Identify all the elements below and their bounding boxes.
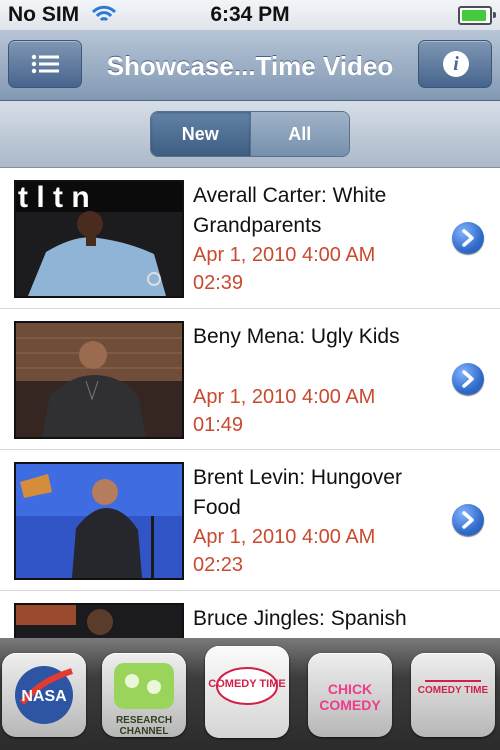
- info-button[interactable]: i: [418, 40, 492, 88]
- video-duration: 02:23: [193, 554, 244, 576]
- tab-nasa[interactable]: NASA: [2, 653, 86, 737]
- status-bar: No SIM 6:34 PM: [0, 0, 500, 30]
- video-thumbnail[interactable]: t l t n: [14, 180, 184, 298]
- tab-label: NASA: [21, 688, 67, 705]
- menu-icon: [31, 54, 59, 74]
- list-item-video-2[interactable]: Beny Mena: Ugly Kids Apr 1, 2010 4:00 AM…: [0, 309, 500, 450]
- svg-text:t l t n: t l t n: [18, 182, 90, 214]
- segment-toolbar: New All: [0, 101, 500, 168]
- battery-icon: [458, 6, 496, 25]
- page-title: Showcase...Time Video: [106, 51, 394, 81]
- tab-label: COMEDY TIME: [417, 685, 489, 696]
- list-item-video-1[interactable]: t l t n Averall Carter: White Grandparen…: [0, 168, 500, 309]
- video-list: t l t n Averall Carter: White Grandparen…: [0, 168, 500, 638]
- comedy-time-icon: [216, 667, 278, 705]
- tab-chick-comedy[interactable]: CHICK COMEDY: [308, 653, 392, 737]
- tab-label: CHICK COMEDY: [319, 681, 381, 713]
- tab-label: COMEDY TIME: [208, 678, 286, 690]
- video-thumbnail[interactable]: [14, 462, 184, 580]
- tab-research-channel[interactable]: RESEARCH CHANNEL: [102, 653, 186, 737]
- detail-disclosure-icon[interactable]: [452, 222, 484, 254]
- segmented-control: New All: [150, 111, 350, 157]
- tab-label: RESEARCH CHANNEL: [115, 715, 173, 737]
- tab-comedy-time-alt[interactable]: COMEDY TIME: [411, 653, 495, 737]
- detail-disclosure-icon[interactable]: [452, 504, 484, 536]
- segment-all[interactable]: All: [249, 112, 349, 156]
- tab-comedy-time[interactable]: COMEDY TIME: [205, 646, 289, 738]
- menu-button[interactable]: [8, 40, 82, 88]
- video-date: Apr 1, 2010 4:00 AM: [193, 526, 376, 548]
- list-item-video-3[interactable]: Brent Levin: Hungover Food Apr 1, 2010 4…: [0, 450, 500, 591]
- video-title: Beny Mena: Ugly Kids: [193, 325, 400, 348]
- info-icon: i: [443, 51, 469, 77]
- video-thumbnail[interactable]: [14, 603, 184, 638]
- tab-bar: NASA RESEARCH CHANNEL COMEDY TIME CHICK …: [0, 638, 500, 750]
- navigation-bar: Showcase...Time Video i: [0, 30, 500, 101]
- detail-disclosure-icon[interactable]: [452, 363, 484, 395]
- video-duration: 02:39: [193, 272, 244, 294]
- video-thumbnail[interactable]: [14, 321, 184, 439]
- segment-new[interactable]: New: [151, 112, 250, 156]
- nasa-logo-icon: NASA: [15, 666, 73, 724]
- video-date: Apr 1, 2010 4:00 AM: [193, 244, 376, 266]
- video-date: Apr 1, 2010 4:00 AM: [193, 386, 376, 408]
- video-duration: 01:49: [193, 414, 244, 436]
- video-title: Averall Carter: White Grandparents: [193, 184, 387, 237]
- clock: 6:34 PM: [210, 3, 290, 26]
- list-item-video-4[interactable]: Bruce Jingles: Spanish: [0, 591, 500, 638]
- video-title: Brent Levin: Hungover Food: [193, 466, 402, 519]
- video-title: Bruce Jingles: Spanish: [193, 607, 407, 630]
